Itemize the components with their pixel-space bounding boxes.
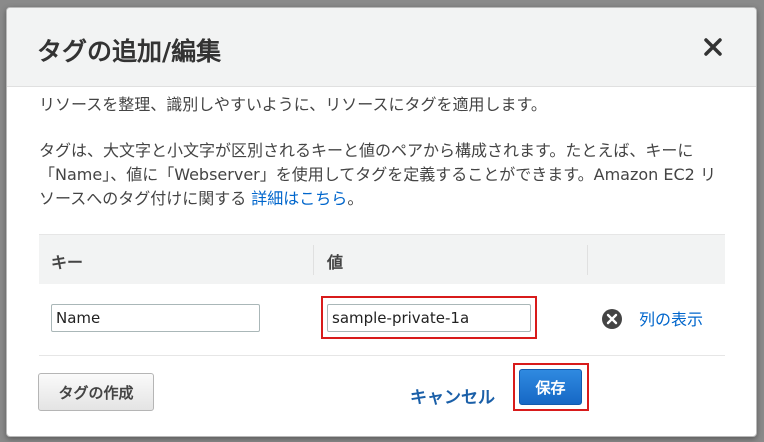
create-tag-button[interactable]: タグの作成 xyxy=(38,373,154,411)
cancel-button[interactable]: キャンセル xyxy=(410,383,495,408)
learn-more-link[interactable]: 詳細はこちら xyxy=(251,189,347,208)
show-column-link[interactable]: 列の表示 xyxy=(639,306,703,330)
tag-key-input[interactable] xyxy=(51,304,260,332)
column-header-key: キー xyxy=(51,253,84,272)
tag-value-input[interactable] xyxy=(327,304,531,332)
save-highlight-box: 保存 xyxy=(513,363,589,411)
table-row: 列の表示 xyxy=(39,284,725,356)
description-suffix: 。 xyxy=(347,189,364,208)
dialog-body: リソースを整理、識別しやすいように、リソースにタグを適用します。 タグは、大文字… xyxy=(7,87,756,436)
close-icon[interactable] xyxy=(702,36,724,58)
save-button[interactable]: 保存 xyxy=(519,369,582,405)
description-line-2: タグは、大文字と小文字が区別されるキーと値のペアから構成されます。たとえば、キー… xyxy=(39,139,729,211)
column-header-value: 値 xyxy=(327,253,344,272)
add-edit-tags-dialog: タグの追加/編集 リソースを整理、識別しやすいように、リソースにタグを適用します… xyxy=(6,7,757,437)
column-divider xyxy=(587,245,588,275)
description-text: タグは、大文字と小文字が区別されるキーと値のペアから構成されます。たとえば、キー… xyxy=(39,141,716,208)
dialog-header: タグの追加/編集 xyxy=(7,8,756,87)
dialog-title: タグの追加/編集 xyxy=(37,37,222,66)
column-divider xyxy=(313,245,314,275)
tags-table-header: キー 値 xyxy=(39,234,725,284)
value-highlight-box xyxy=(321,296,537,339)
remove-circle-icon[interactable] xyxy=(601,308,623,334)
description-line-1: リソースを整理、識別しやすいように、リソースにタグを適用します。 xyxy=(39,95,547,114)
